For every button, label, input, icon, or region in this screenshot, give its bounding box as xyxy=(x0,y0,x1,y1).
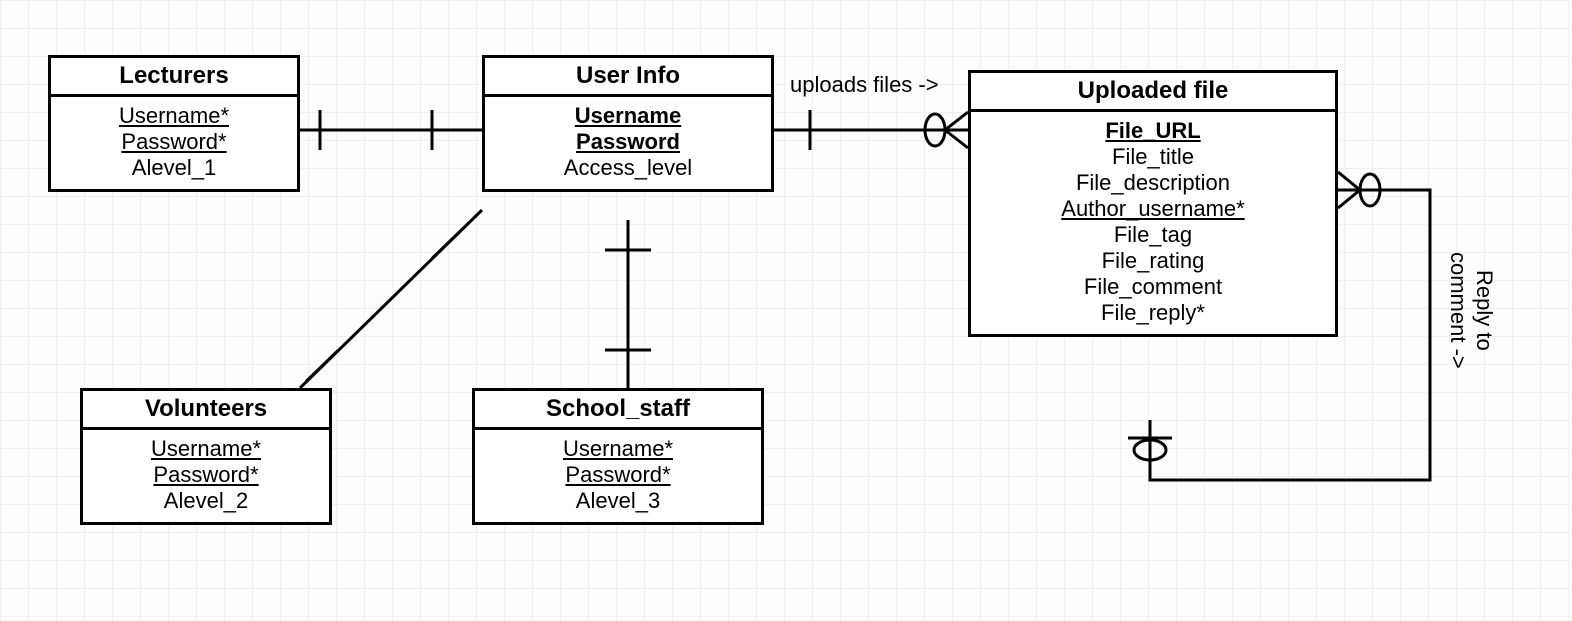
attr: File_title xyxy=(995,144,1311,170)
entity-attributes: Username* Password* Alevel_3 xyxy=(475,430,761,522)
attr: Username* xyxy=(75,103,273,129)
entity-title: Volunteers xyxy=(83,391,329,430)
entity-attributes: Username Password Access_level xyxy=(485,97,771,189)
attr: Password xyxy=(509,129,747,155)
entity-school-staff: School_staff Username* Password* Alevel_… xyxy=(472,388,764,525)
attr: Username* xyxy=(107,436,305,462)
attr: File_reply* xyxy=(995,300,1311,326)
attr: Alevel_2 xyxy=(107,488,305,514)
attr: Password* xyxy=(75,129,273,155)
attr: File_comment xyxy=(995,274,1311,300)
entity-volunteers: Volunteers Username* Password* Alevel_2 xyxy=(80,388,332,525)
attr: Alevel_1 xyxy=(75,155,273,181)
entity-uploaded-file: Uploaded file File_URL File_title File_d… xyxy=(968,70,1338,337)
relationship-label-uploads: uploads files -> xyxy=(790,72,939,98)
attr: File_tag xyxy=(995,222,1311,248)
attr: Password* xyxy=(499,462,737,488)
entity-title: Lecturers xyxy=(51,58,297,97)
entity-attributes: Username* Password* Alevel_1 xyxy=(51,97,297,189)
attr: Password* xyxy=(107,462,305,488)
attr: File_URL xyxy=(995,118,1311,144)
relationship-label-reply: Reply to comment -> xyxy=(1445,210,1497,410)
entity-title: User Info xyxy=(485,58,771,97)
attr: File_rating xyxy=(995,248,1311,274)
attr: Author_username* xyxy=(995,196,1311,222)
attr: File_description xyxy=(995,170,1311,196)
attr: Username xyxy=(509,103,747,129)
entity-attributes: Username* Password* Alevel_2 xyxy=(83,430,329,522)
entity-attributes: File_URL File_title File_description Aut… xyxy=(971,112,1335,334)
attr: Access_level xyxy=(509,155,747,181)
entity-user-info: User Info Username Password Access_level xyxy=(482,55,774,192)
entity-title: School_staff xyxy=(475,391,761,430)
entity-title: Uploaded file xyxy=(971,73,1335,112)
attr: Username* xyxy=(499,436,737,462)
attr: Alevel_3 xyxy=(499,488,737,514)
entity-lecturers: Lecturers Username* Password* Alevel_1 xyxy=(48,55,300,192)
